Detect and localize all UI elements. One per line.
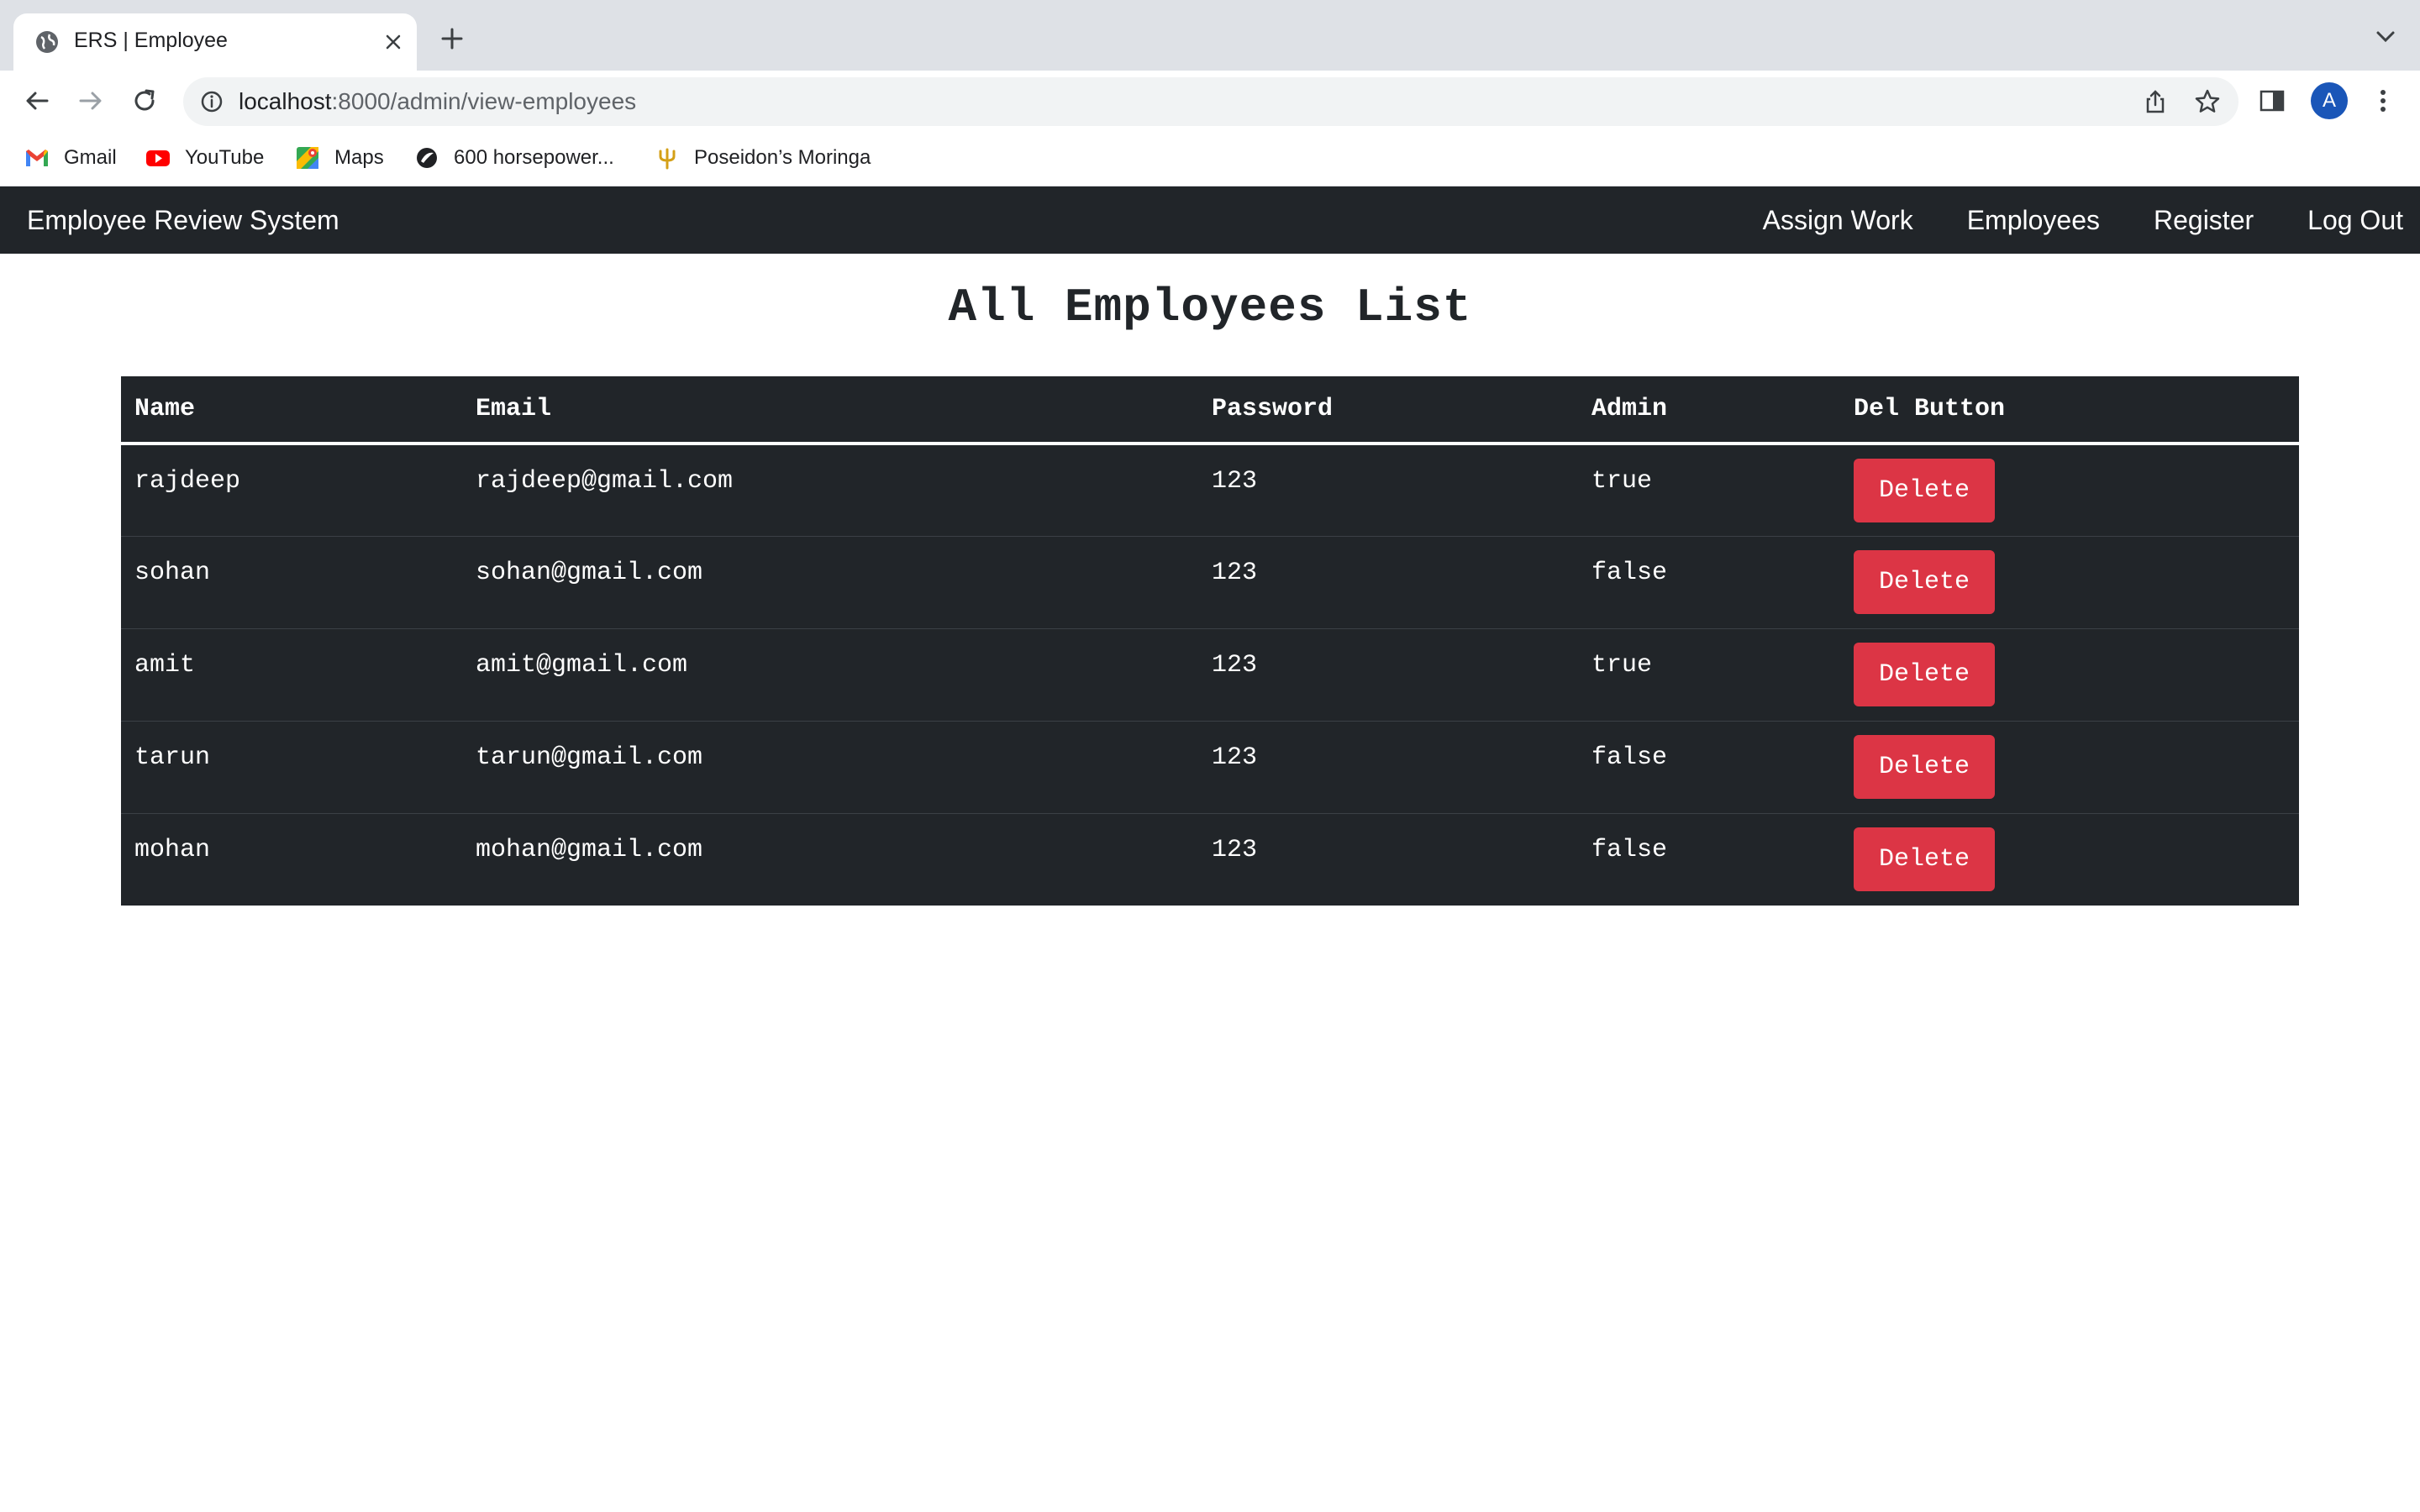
bookmark-gmail[interactable]: Gmail <box>24 143 117 173</box>
side-panel-icon[interactable] <box>2257 86 2287 116</box>
chevron-down-icon[interactable] <box>2373 27 2398 47</box>
cell-email: rajdeep@gmail.com <box>462 444 1198 537</box>
nav-employees[interactable]: Employees <box>1967 205 2100 236</box>
maps-icon <box>297 147 318 169</box>
share-icon[interactable] <box>2141 87 2170 116</box>
cell-action: Delete <box>1840 536 2299 629</box>
reload-icon[interactable] <box>128 84 161 118</box>
cell-email: mohan@gmail.com <box>476 835 703 864</box>
delete-button[interactable]: Delete <box>1854 459 1995 522</box>
cell-name: tarun <box>121 721 462 814</box>
bookmark-label: Poseidon’s Moringa <box>694 146 871 169</box>
url-path: :8000/admin/view-employees <box>331 88 637 114</box>
globe-icon <box>36 31 58 53</box>
brand-link[interactable]: Employee Review System <box>27 205 339 236</box>
cell-email: amit@gmail.com <box>462 628 1198 722</box>
browser-tabstrip: ERS | Employee <box>0 0 2420 71</box>
bookmarks-bar: Gmail YouTube Maps 600 horsepower... Pos… <box>0 131 2420 186</box>
cell-password: 123 <box>1198 536 1578 629</box>
nav-links: Assign Work Employees Register Log Out <box>1709 186 2403 254</box>
delete-button[interactable]: Delete <box>1854 642 1995 706</box>
cell-action: Delete <box>1840 628 2299 722</box>
delete-button[interactable]: Delete <box>1854 827 1995 891</box>
gmail-icon <box>26 150 48 166</box>
cell-email: sohan@gmail.com <box>462 536 1198 629</box>
nav-assign-work[interactable]: Assign Work <box>1763 205 1913 236</box>
youtube-icon <box>146 150 170 166</box>
header-admin: Admin <box>1578 376 1840 445</box>
cell-name: sohan <box>121 536 462 629</box>
header-password: Password <box>1198 376 1578 445</box>
header-name: Name <box>121 376 462 445</box>
header-email: Email <box>462 376 1198 445</box>
cell-name: amit <box>121 628 462 722</box>
cell-action: Delete <box>1840 444 2299 537</box>
profile-avatar[interactable]: A <box>2311 82 2348 119</box>
table-row: amit amit@gmail.com 123 true Delete <box>121 628 2299 722</box>
bookmark-label: Gmail <box>64 146 117 169</box>
url-text: localhost:8000/admin/view-employees <box>239 88 636 115</box>
browser-toolbar: localhost:8000/admin/view-employees A <box>0 71 2420 131</box>
more-menu-icon[interactable] <box>2370 84 2396 118</box>
back-arrow-icon[interactable] <box>20 84 54 118</box>
cell-admin: true <box>1578 628 1840 722</box>
bookmark-label: 600 horsepower... <box>454 146 614 169</box>
delete-button[interactable]: Delete <box>1854 734 1995 799</box>
cell-admin: false <box>1578 536 1840 629</box>
cell-password: 123 <box>1198 444 1578 537</box>
cell-admin: false <box>1591 835 1668 864</box>
bookmark-600-horsepower[interactable]: 600 horsepower... <box>413 143 614 173</box>
tab-title: ERS | Employee <box>74 29 228 52</box>
employees-table-wrapper: Name Email Password Admin Del Button raj… <box>121 376 2299 906</box>
new-tab-icon[interactable] <box>435 22 469 55</box>
employees-table: Name Email Password Admin Del Button raj… <box>121 376 2299 906</box>
cell-password: 123 <box>1198 628 1578 722</box>
forward-arrow-icon[interactable] <box>74 84 108 118</box>
table-row: mohan mohan@gmail.com 123 false Delete <box>121 813 2299 906</box>
table-row: sohan sohan@gmail.com 123 false Delete <box>121 536 2299 629</box>
cell-password: 123 <box>1198 721 1578 814</box>
table-header-row: Name Email Password Admin Del Button <box>121 376 2299 445</box>
nav-log-out[interactable]: Log Out <box>2307 205 2403 236</box>
app-navbar: Employee Review System Assign Work Emplo… <box>0 186 2420 254</box>
delete-button[interactable]: Delete <box>1854 549 1995 614</box>
bookmark-label: Maps <box>334 146 384 169</box>
cell-name: mohan <box>134 835 211 864</box>
cell-name: rajdeep <box>121 444 462 537</box>
browser-tab[interactable]: ERS | Employee <box>13 13 417 71</box>
cell-password: 123 <box>1212 835 1258 864</box>
bookmark-maps[interactable]: Maps <box>294 143 384 173</box>
cell-action: Delete <box>1840 721 2299 814</box>
site-icon <box>417 148 437 168</box>
bookmark-poseidons-moringa[interactable]: Poseidon’s Moringa <box>654 143 871 173</box>
cell-email: tarun@gmail.com <box>462 721 1198 814</box>
bookmark-youtube[interactable]: YouTube <box>145 143 264 173</box>
cell-admin: true <box>1578 444 1840 537</box>
bookmark-label: YouTube <box>185 146 265 169</box>
table-row: tarun tarun@gmail.com 123 false Delete <box>121 721 2299 814</box>
header-del-button: Del Button <box>1840 376 2299 445</box>
trident-icon <box>659 148 676 170</box>
nav-register[interactable]: Register <box>2154 205 2254 236</box>
cell-admin: false <box>1578 721 1840 814</box>
close-tab-icon[interactable] <box>376 25 410 59</box>
address-bar[interactable]: localhost:8000/admin/view-employees <box>183 77 2238 126</box>
cell-action: Delete <box>1840 813 2299 906</box>
page-title: All Employees List <box>948 281 1472 334</box>
info-icon[interactable] <box>198 88 225 115</box>
table-row: rajdeep rajdeep@gmail.com 123 true Delet… <box>121 444 2299 537</box>
url-host: localhost <box>239 88 332 114</box>
bookmark-star-icon[interactable] <box>2193 87 2222 116</box>
